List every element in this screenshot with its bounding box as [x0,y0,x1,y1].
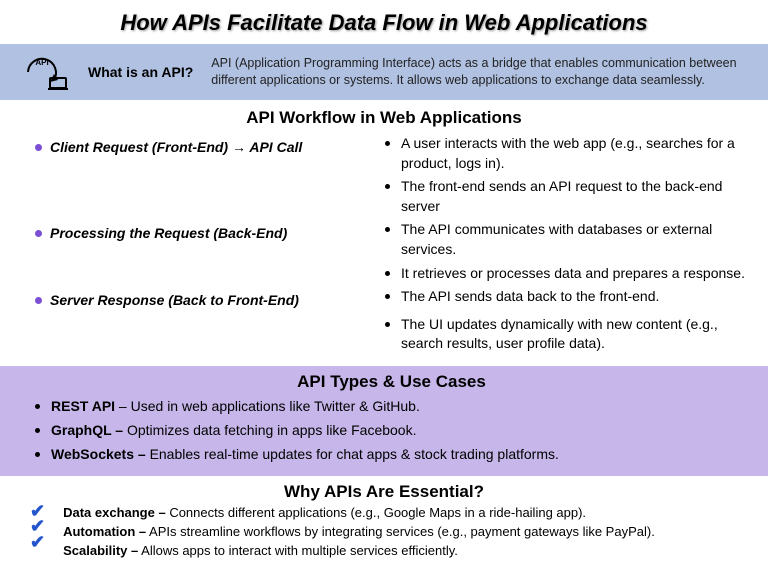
workflow-point: It retrieves or processes data and prepa… [385,264,748,288]
workflow-step-points: A user interacts with the web app (e.g.,… [385,134,748,220]
workflow-point: The API communicates with databases or e… [385,220,748,263]
workflow-heading-text: Server Response (Back to Front-End) [50,291,299,311]
types-title: API Types & Use Cases [35,372,748,396]
workflow-grid: Client Request (Front-End) → API Call A … [0,134,768,366]
intro-band: API What is an API? API (Application Pro… [0,44,768,100]
types-item-desc: Enables real-time updates for chat apps … [150,446,559,462]
api-icon: API [20,52,70,92]
check-icon: ✔ [30,535,45,550]
why-item-desc: Allows apps to interact with multiple se… [138,543,458,558]
why-row: ✔ ✔ ✔ Data exchange – Connects different… [0,504,768,566]
types-item-desc: Optimizes data fetching in apps like Fac… [127,422,417,438]
workflow-step-heading: Client Request (Front-End) → API Call [35,134,375,220]
types-sep: – [115,398,131,414]
why-list: Data exchange – Connects different appli… [63,504,655,561]
bullet-icon [35,230,42,237]
workflow-step-points: The API sends data back to the front-end… [385,287,748,315]
types-list: REST API – Used in web applications like… [35,396,748,468]
intro-question: What is an API? [88,64,193,80]
why-item-name: Scalability – [63,543,138,558]
workflow-step-heading: Processing the Request (Back-End) [35,220,375,287]
bullet-icon [35,144,42,151]
why-item-name: Automation – [63,524,146,539]
why-title: Why APIs Are Essential? [0,476,768,504]
workflow-point: The front-end sends an API request to th… [385,177,748,220]
types-item: WebSockets – Enables real-time updates f… [35,444,748,468]
workflow-step-points: The API communicates with databases or e… [385,220,748,287]
intro-answer: API (Application Programming Interface) … [211,55,748,90]
workflow-heading-text: Processing the Request (Back-End) [50,224,287,244]
bullet-icon [35,297,42,304]
workflow-point: The API sends data back to the front-end… [385,287,748,311]
types-item-name: REST API [51,398,115,414]
svg-text:API: API [35,58,48,67]
types-item-name: WebSockets – [51,446,146,462]
why-item-name: Data exchange – [63,505,166,520]
why-item: Data exchange – Connects different appli… [63,504,655,523]
workflow-heading-text: Client Request (Front-End) → API Call [50,138,302,158]
types-item: REST API – Used in web applications like… [35,396,748,420]
page-title: How APIs Facilitate Data Flow in Web App… [0,0,768,44]
check-icons: ✔ ✔ ✔ [30,504,45,550]
why-item: Automation – APIs streamline workflows b… [63,523,655,542]
why-item-desc: Connects different applications (e.g., G… [166,505,586,520]
types-item-desc: Used in web applications like Twitter & … [131,398,420,414]
types-item-name: GraphQL – [51,422,123,438]
types-item: GraphQL – Optimizes data fetching in app… [35,420,748,444]
workflow-title: API Workflow in Web Applications [0,100,768,134]
types-band: API Types & Use Cases REST API – Used in… [0,366,768,476]
workflow-point: A user interacts with the web app (e.g.,… [385,134,748,177]
why-item: Scalability – Allows apps to interact wi… [63,542,655,561]
why-item-desc: APIs streamline workflows by integrating… [146,524,655,539]
workflow-step-points: The UI updates dynamically with new cont… [385,315,748,358]
workflow-step-heading: Server Response (Back to Front-End) [35,287,375,315]
workflow-point: The UI updates dynamically with new cont… [385,315,748,358]
